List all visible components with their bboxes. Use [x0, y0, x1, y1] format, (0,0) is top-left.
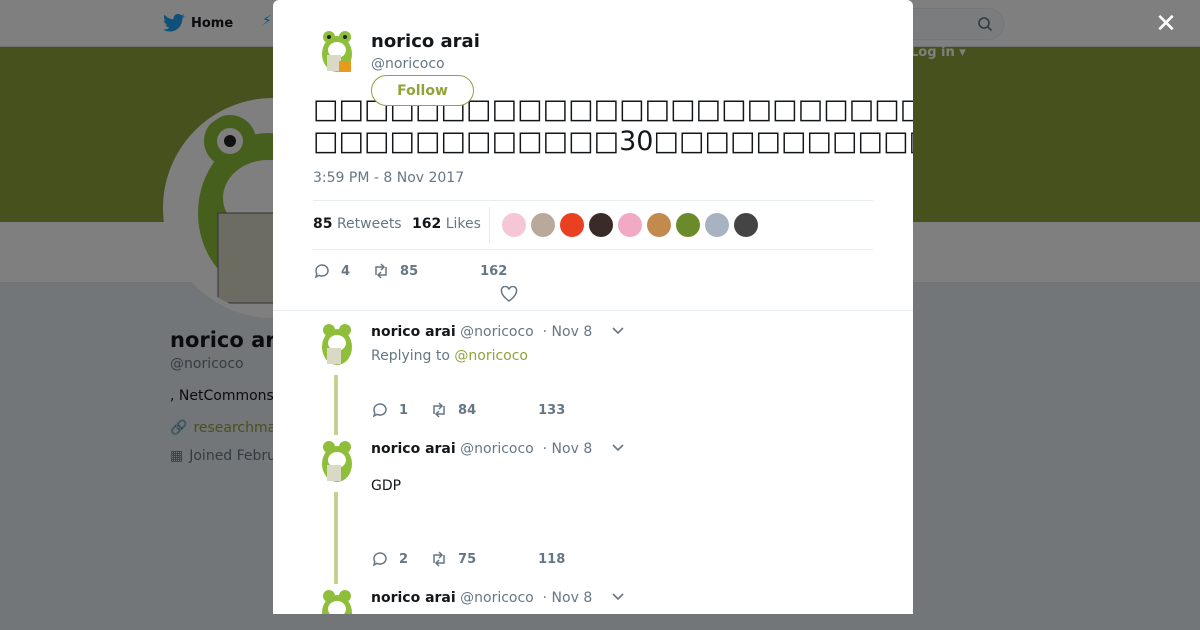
follow-button[interactable]: Follow — [371, 75, 474, 106]
stats-divider — [489, 207, 490, 243]
liker-avatar[interactable] — [618, 213, 642, 237]
retweets-label: Retweets — [336, 216, 402, 232]
like-button[interactable]: 162 — [480, 264, 507, 279]
close-icon[interactable]: ✕ — [1154, 11, 1178, 37]
frog-cat-avatar-icon — [313, 587, 361, 614]
likes-count: 162 — [412, 216, 442, 232]
retweet-icon — [375, 263, 387, 279]
tweet-actions: 4 85 162 — [313, 260, 529, 282]
retweet-icon — [433, 551, 445, 567]
reply-avatar[interactable] — [313, 321, 361, 369]
reply-header: norico arai @noricoco · Nov 8 — [371, 324, 592, 340]
chevron-down-icon[interactable] — [611, 592, 625, 602]
reply-button[interactable]: 2 — [371, 550, 408, 568]
tweet-author-handle[interactable]: @noricoco — [371, 56, 445, 72]
thread-line — [334, 492, 338, 584]
retweets-count: 85 — [313, 216, 333, 232]
reply-author-handle[interactable]: @noricoco — [460, 441, 534, 457]
heart-icon[interactable] — [500, 286, 518, 302]
retweet-count: 85 — [400, 263, 419, 279]
chevron-down-icon[interactable] — [611, 326, 625, 336]
liker-avatar[interactable] — [531, 213, 555, 237]
reply-icon — [372, 552, 387, 567]
reply-header: norico arai @noricoco · Nov 8 — [371, 441, 592, 457]
modal-divider — [273, 310, 913, 311]
retweets-stat[interactable]: 85 Retweets — [313, 216, 402, 232]
liker-avatar[interactable] — [676, 213, 700, 237]
tweet-modal: norico arai @noricoco □□□□□□□□□□□□□□□□□□… — [273, 0, 913, 614]
reply-author-name[interactable]: norico arai — [371, 590, 456, 606]
reply-actions: 1 84 133 — [371, 401, 587, 419]
reply-date[interactable]: · Nov 8 — [543, 324, 593, 340]
like-button[interactable]: 118 — [538, 552, 565, 567]
reply-icon — [314, 264, 329, 279]
like-count: 162 — [480, 263, 508, 279]
reply-author-name[interactable]: norico arai — [371, 324, 456, 340]
reply-date[interactable]: · Nov 8 — [543, 590, 593, 606]
reply-count: 4 — [341, 263, 351, 279]
reply-icon — [372, 403, 387, 418]
reply-author-name[interactable]: norico arai — [371, 441, 456, 457]
liker-avatar[interactable] — [502, 213, 526, 237]
reply-date[interactable]: · Nov 8 — [543, 441, 593, 457]
reply-button[interactable]: 4 — [313, 262, 350, 280]
frog-cat-avatar-icon — [313, 321, 361, 369]
replying-to-handle[interactable]: @noricoco — [454, 348, 528, 364]
reply-author-handle[interactable]: @noricoco — [460, 590, 534, 606]
tweet-author-name[interactable]: norico arai — [371, 31, 480, 52]
reply-author-handle[interactable]: @noricoco — [460, 324, 534, 340]
liker-avatar[interactable] — [589, 213, 613, 237]
retweet-icon — [433, 402, 445, 418]
liker-avatar[interactable] — [647, 213, 671, 237]
liker-avatar[interactable] — [560, 213, 584, 237]
reply-actions: 2 75 118 — [371, 550, 587, 568]
liker-avatars — [502, 213, 758, 237]
likes-label: Likes — [445, 216, 481, 232]
retweet-button[interactable]: 85 — [372, 262, 418, 280]
frog-cat-avatar-icon — [313, 28, 361, 76]
reply-avatar[interactable] — [313, 438, 361, 486]
tweet-stats: 85 Retweets 162 Likes — [313, 200, 873, 250]
liker-avatar[interactable] — [705, 213, 729, 237]
like-button[interactable]: 133 — [538, 403, 565, 418]
chevron-down-icon[interactable] — [611, 443, 625, 453]
thread-line — [334, 375, 338, 435]
retweet-button[interactable]: 75 — [430, 550, 476, 568]
replying-to: Replying to @noricoco — [371, 348, 528, 364]
retweet-button[interactable]: 84 — [430, 401, 476, 419]
reply-avatar[interactable] — [313, 587, 361, 614]
tweet-text-line-2: □□□□□□□□□□□□30□□□□□□□□□□□□□□□□□□□□□□□□□□… — [313, 126, 913, 157]
tweet-author-avatar[interactable] — [313, 28, 361, 76]
likes-stat[interactable]: 162 Likes — [412, 216, 481, 232]
reply-text: GDP — [371, 478, 402, 494]
tweet-timestamp[interactable]: 3:59 PM - 8 Nov 2017 — [313, 170, 464, 186]
liker-avatar[interactable] — [734, 213, 758, 237]
reply-button[interactable]: 1 — [371, 401, 408, 419]
reply-header: norico arai @noricoco · Nov 8 — [371, 590, 592, 606]
frog-cat-avatar-icon — [313, 438, 361, 486]
